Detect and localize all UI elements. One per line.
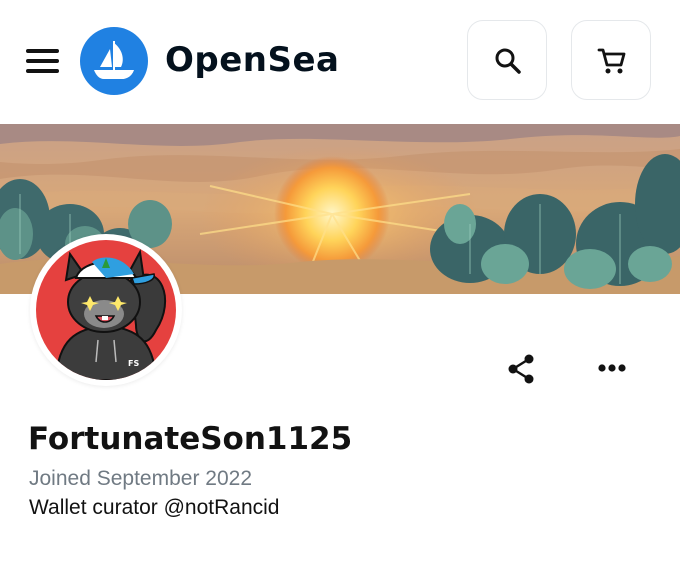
hamburger-menu-icon[interactable] [22,44,64,78]
profile-bio: Wallet curator @notRancid [29,496,280,519]
shopping-cart-icon [597,48,626,74]
cartoon-squirrel-avatar[interactable]: FS [30,234,182,386]
share-icon [508,354,534,384]
profile-page: OpenSea FS FortunateSon1125 Joined Septe… [0,0,680,562]
profile-username: FortunateSon1125 [28,421,353,457]
sailboat-logo-icon[interactable] [80,27,148,95]
top-navigation-bar: OpenSea [0,0,680,124]
joined-date: Joined September 2022 [29,467,252,490]
search-button[interactable] [467,20,547,100]
brand-name[interactable]: OpenSea [165,38,340,82]
more-options-icon [598,364,626,372]
avatar-badge-text: FS [128,359,139,368]
search-icon [495,48,521,74]
cart-button[interactable] [571,20,651,100]
share-button[interactable] [503,350,541,388]
more-options-button[interactable] [594,352,630,384]
